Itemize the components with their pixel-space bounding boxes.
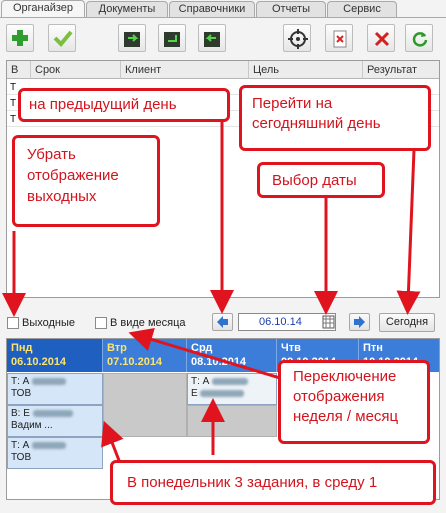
callout-tasks: В понедельник 3 задания, в среду 1 <box>110 460 436 505</box>
arrow-week-month <box>128 327 301 386</box>
callout-today: Перейти на сегодняшний день <box>239 85 431 151</box>
callout-prev-day: на предыдущий день <box>18 88 230 122</box>
callout-week-month: Переключение отображения неделя / месяц <box>278 360 430 444</box>
arrow-today <box>396 149 421 315</box>
callout-weekends: Убрать отображение выходных <box>12 135 160 227</box>
arrow-tasks-mon <box>101 420 124 464</box>
callout-date-pick: Выбор даты <box>257 162 385 198</box>
